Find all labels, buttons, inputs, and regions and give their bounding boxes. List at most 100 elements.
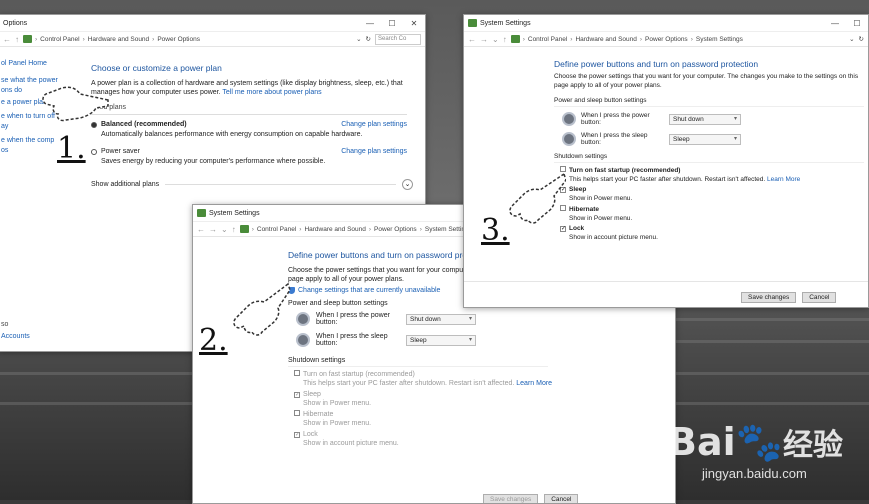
address-bar: ← → ⌄ ↑ › Control Panel › Hardware and Sou…: [464, 31, 868, 47]
control-panel-icon: [239, 225, 249, 233]
refresh-icon[interactable]: ↻: [859, 35, 864, 43]
window-title: System Settings: [480, 19, 531, 27]
crumb[interactable]: Control Panel: [257, 226, 296, 233]
refresh-icon[interactable]: ↻: [366, 35, 371, 43]
close-button[interactable]: ✕: [403, 19, 425, 28]
section-power-sleep-label: Power and sleep button settings: [554, 97, 864, 107]
search-input[interactable]: Search Co: [375, 33, 421, 45]
sleep-button-select[interactable]: Sleep: [406, 334, 476, 346]
fast-startup-desc: This helps start your PC faster after sh…: [569, 175, 766, 183]
lock-desc: Show in account picture menu.: [303, 440, 399, 447]
hibernate-desc: Show in Power menu.: [569, 214, 633, 222]
step-label-3: 3.: [478, 216, 513, 246]
breadcrumb[interactable]: › Control Panel › Hardware and Sound › Powe…: [23, 34, 352, 45]
preferred-plans-label: erred plans: [91, 104, 407, 115]
back-arrow-icon[interactable]: ←: [197, 225, 205, 234]
learn-more-link[interactable]: Learn More: [516, 380, 552, 387]
plan-name: Balanced (recommended): [101, 121, 187, 128]
breadcrumb[interactable]: › Control Panel › Hardware and Sound › Powe…: [510, 34, 845, 45]
sleep-button-select[interactable]: Sleep: [669, 133, 741, 145]
plan-name: Power saver: [101, 148, 140, 155]
up-arrow-icon[interactable]: ↑: [232, 225, 236, 234]
forward-arrow-icon[interactable]: →: [480, 35, 488, 44]
crumb[interactable]: Power Options: [374, 226, 417, 233]
title-bar: Options — ☐ ✕: [0, 15, 425, 31]
sleep-button-label: When I press the sleep button:: [316, 333, 388, 347]
baidu-watermark: Bai🐾经验: [668, 420, 843, 465]
sleep-button-row: When I press the sleep button: Sleep: [562, 132, 864, 146]
sleep-label: Sleep: [569, 186, 587, 193]
cancel-button[interactable]: Cancel: [544, 494, 579, 503]
back-arrow-icon[interactable]: ←: [468, 35, 476, 44]
show-additional-plans-label: Show additional plans: [91, 181, 160, 188]
up-arrow-icon[interactable]: ↑: [15, 35, 19, 44]
crumb[interactable]: System Settings: [696, 36, 743, 43]
hibernate-checkbox: [294, 410, 300, 416]
title-bar: System Settings — ☐: [464, 15, 868, 31]
change-plan-settings-link[interactable]: Change plan settings: [341, 121, 407, 128]
save-changes-button[interactable]: Save changes: [741, 292, 797, 303]
sleep-label: Sleep: [303, 391, 321, 398]
intro-text: A power plan is a collection of hardware…: [91, 80, 403, 87]
radio-power-saver[interactable]: [91, 148, 97, 155]
back-arrow-icon[interactable]: ←: [3, 35, 11, 44]
crumb-power-options[interactable]: Power Options: [157, 36, 200, 43]
power-plans-help-link[interactable]: Tell me more about power plans: [222, 89, 321, 96]
window-title: Options: [3, 19, 28, 27]
window-title: System Settings: [209, 209, 260, 217]
lock-label: Lock: [569, 225, 585, 232]
watermark-brand-2: 经验: [782, 428, 843, 463]
crumb-control-panel[interactable]: Control Panel: [40, 36, 79, 43]
plan-power-saver: Power saver Saves energy by reducing you…: [91, 148, 421, 165]
dropdown-icon[interactable]: ⌄: [356, 35, 361, 43]
learn-more-link[interactable]: Learn More: [767, 176, 800, 183]
desc-text: Choose the power settings that you want …: [554, 73, 859, 80]
cancel-button[interactable]: Cancel: [802, 292, 837, 303]
recent-dropdown-icon[interactable]: ⌄: [221, 225, 228, 234]
crumb-hardware-sound[interactable]: Hardware and Sound: [88, 36, 149, 43]
address-bar: ← ↑ › Control Panel › Hardware and Sound ›…: [0, 31, 425, 47]
power-button-row: When I press the power button: Shut down: [296, 312, 668, 326]
section-shutdown-label: Shutdown settings: [288, 357, 548, 367]
crumb[interactable]: Hardware and Sound: [575, 36, 636, 43]
user-accounts-link[interactable]: Accounts: [1, 331, 30, 343]
control-panel-icon: [510, 35, 520, 43]
minimize-button[interactable]: —: [824, 19, 846, 28]
power-button-icon: [296, 312, 310, 326]
dropdown-icon[interactable]: ⌄: [849, 35, 854, 43]
recent-dropdown-icon[interactable]: ⌄: [492, 35, 499, 44]
sidebar-bottom: so Accounts: [1, 319, 30, 343]
crumb[interactable]: Hardware and Sound: [304, 226, 365, 233]
sleep-desc: Show in Power menu.: [303, 400, 372, 407]
change-unavailable-settings-link[interactable]: Change settings that are currently unava…: [298, 287, 440, 294]
pointing-hand-icon: [233, 282, 291, 336]
system-settings-window-after: System Settings — ☐ ← → ⌄ ↑ › Control Pane…: [463, 14, 869, 308]
lock-checkbox: ✓: [294, 432, 301, 438]
change-plan-settings-link[interactable]: Change plan settings: [341, 148, 407, 155]
power-button-select[interactable]: Shut down: [669, 113, 741, 125]
up-arrow-icon[interactable]: ↑: [503, 35, 507, 44]
lock-checkbox[interactable]: ✓: [560, 226, 566, 232]
pointing-hand-icon: [42, 86, 109, 122]
step-label-2: 2.: [196, 326, 231, 356]
power-button-select[interactable]: Shut down: [406, 313, 476, 325]
fast-startup-desc: This helps start your PC faster after sh…: [303, 380, 515, 387]
crumb[interactable]: Power Options: [645, 36, 688, 43]
watermark-brand: Bai: [668, 420, 736, 464]
system-settings-icon: [197, 209, 206, 217]
minimize-button[interactable]: —: [359, 19, 381, 28]
sidebar-item-home[interactable]: ol Panel Home: [1, 59, 81, 69]
power-button-label: When I press the power button:: [581, 112, 650, 126]
pointing-hand-icon: [509, 172, 566, 224]
save-changes-button[interactable]: Save changes: [483, 494, 539, 503]
shutdown-list: Turn on fast startup (recommended) This …: [560, 166, 864, 242]
sleep-button-label: When I press the sleep button:: [581, 132, 648, 146]
show-additional-plans[interactable]: Show additional plans ⌄: [91, 179, 413, 190]
crumb[interactable]: Control Panel: [528, 36, 567, 43]
lock-label: Lock: [303, 431, 318, 438]
maximize-button[interactable]: ☐: [846, 19, 868, 28]
expand-chevron-icon[interactable]: ⌄: [402, 179, 413, 190]
forward-arrow-icon[interactable]: →: [209, 225, 217, 234]
sleep-desc: Show in Power menu.: [569, 194, 633, 202]
maximize-button[interactable]: ☐: [381, 19, 403, 28]
